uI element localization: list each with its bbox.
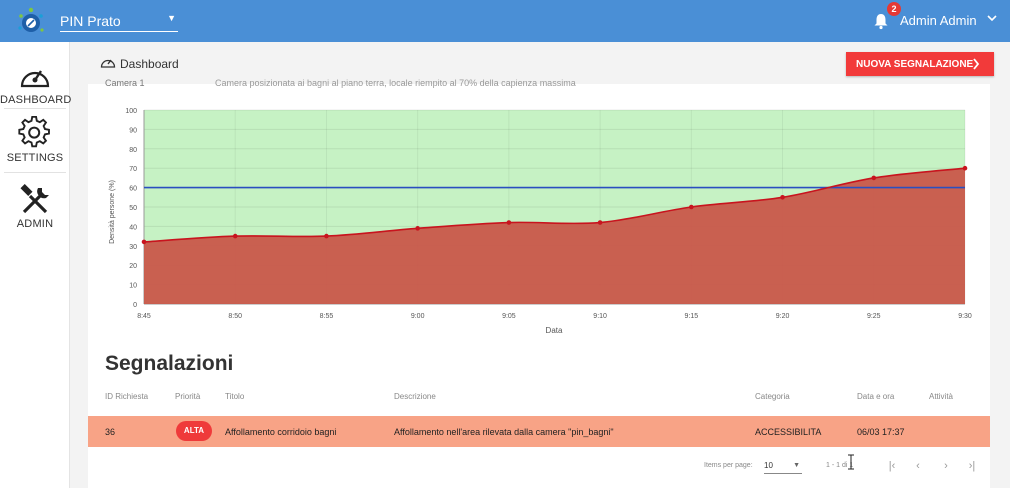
data-point [232,233,238,239]
user-menu[interactable]: Admin Admin [900,13,977,28]
sidebar-item-dashboard[interactable]: DASHBOARD [0,52,72,116]
priority-badge: ALTA [176,421,212,441]
first-page-button[interactable]: |‹ [884,458,900,474]
cell-id: 36 [105,427,116,437]
chevron-down-icon[interactable] [986,12,998,24]
y-tick-label: 0 [133,302,137,309]
cell-description: Affollamento nell'area rilevata dalla ca… [394,427,614,437]
column-header-title[interactable]: Titolo [225,392,244,401]
column-header-category[interactable]: Categoria [755,392,790,401]
camera-description: Camera posizionata ai bagni al piano ter… [215,78,576,88]
data-point [962,165,968,171]
y-tick-label: 100 [125,108,137,115]
project-selector[interactable]: PIN Prato ▼ [60,10,178,32]
x-tick-label: 9:00 [411,313,425,320]
data-point [689,204,694,210]
sidebar-item-label: ADMIN [16,218,54,230]
column-header-activity[interactable]: Attività [929,392,953,401]
x-tick-label: 9:05 [502,313,516,320]
top-bar: PIN Prato ▼ 2 Admin Admin [0,0,1010,42]
new-report-label: NUOVA SEGNALAZIONE [856,58,974,70]
dropdown-caret-icon: ▼ [793,462,800,469]
x-tick-label: 9:15 [685,313,699,320]
gear-icon [18,116,50,148]
table-row[interactable]: 36 ALTA Affollamento corridoio bagni Aff… [88,416,990,447]
y-tick-label: 20 [129,263,137,270]
y-tick-label: 10 [129,283,137,290]
column-header-description[interactable]: Descrizione [394,392,436,401]
y-tick-label: 50 [129,205,137,212]
x-tick-label: 9:20 [776,313,790,320]
cell-category: ACCESSIBILITA [755,427,822,437]
column-header-id[interactable]: ID Richiesta [105,392,148,401]
bell-icon[interactable] [872,12,890,30]
y-tick-label: 70 [129,166,137,173]
items-per-page-select[interactable]: 10 ▼ [764,458,802,474]
data-point [141,239,147,245]
dropdown-caret-icon: ▼ [167,13,176,23]
x-tick-label: 9:30 [958,313,972,320]
y-tick-label: 80 [129,147,137,154]
density-chart: 0 10 20 30 40 50 60 70 80 90 100 8:45 8:50 8:55 9:00 9… [109,108,972,335]
cell-datetime: 06/03 17:37 [857,427,905,437]
next-page-button[interactable]: › [938,458,954,474]
x-tick-label: 8:55 [320,313,334,320]
camera-label: Camera 1 [105,78,145,88]
tools-icon [20,184,49,214]
items-per-page-value: 10 [764,461,773,470]
column-header-datetime[interactable]: Data e ora [857,392,894,401]
y-tick-label: 60 [129,186,137,193]
gauge-icon [20,70,50,88]
data-point [324,233,329,239]
breadcrumb-label[interactable]: Dashboard [120,57,179,71]
cell-title: Affollamento corridoio bagni [225,427,337,437]
x-tick-label: 8:50 [228,313,242,320]
sidebar-item-label: SETTINGS [6,152,64,164]
data-point [506,220,512,225]
column-header-priority[interactable]: Priorità [175,392,200,401]
main-card: Camera 1 Camera posizionata ai bagni al … [88,78,990,488]
section-title: Segnalazioni [105,352,234,375]
divider [4,108,66,109]
x-axis-label: Data [546,326,563,335]
y-axis-label: Densità persone (%) [109,180,116,244]
x-tick-label: 9:25 [867,313,881,320]
notification-badge: 2 [887,2,901,16]
project-name: PIN Prato [60,12,121,29]
last-page-button[interactable]: ›| [964,458,980,474]
data-point [597,220,603,225]
sidebar: DASHBOARD SETTINGS ADMIN [0,42,72,488]
new-report-button[interactable]: NUOVA SEGNALAZIONE [846,52,994,76]
sidebar-item-admin[interactable]: ADMIN [0,178,70,242]
sidebar-item-settings[interactable]: SETTINGS [0,114,70,178]
items-per-page-label: Items per page: [704,462,753,469]
sidebar-item-label: DASHBOARD [0,94,72,106]
gauge-icon [100,59,116,68]
data-point [871,175,877,181]
data-point [415,226,420,231]
x-tick-label: 9:10 [593,313,607,320]
prev-page-button[interactable]: ‹ [910,458,926,474]
data-point [780,195,785,200]
y-tick-label: 90 [129,127,137,134]
divider [4,172,66,173]
y-tick-label: 40 [129,224,137,231]
app-logo[interactable] [16,6,46,36]
chevron-right-icon [973,58,980,70]
x-tick-label: 8:45 [137,313,151,320]
y-tick-label: 30 [129,244,137,251]
text-cursor-icon [848,454,854,470]
